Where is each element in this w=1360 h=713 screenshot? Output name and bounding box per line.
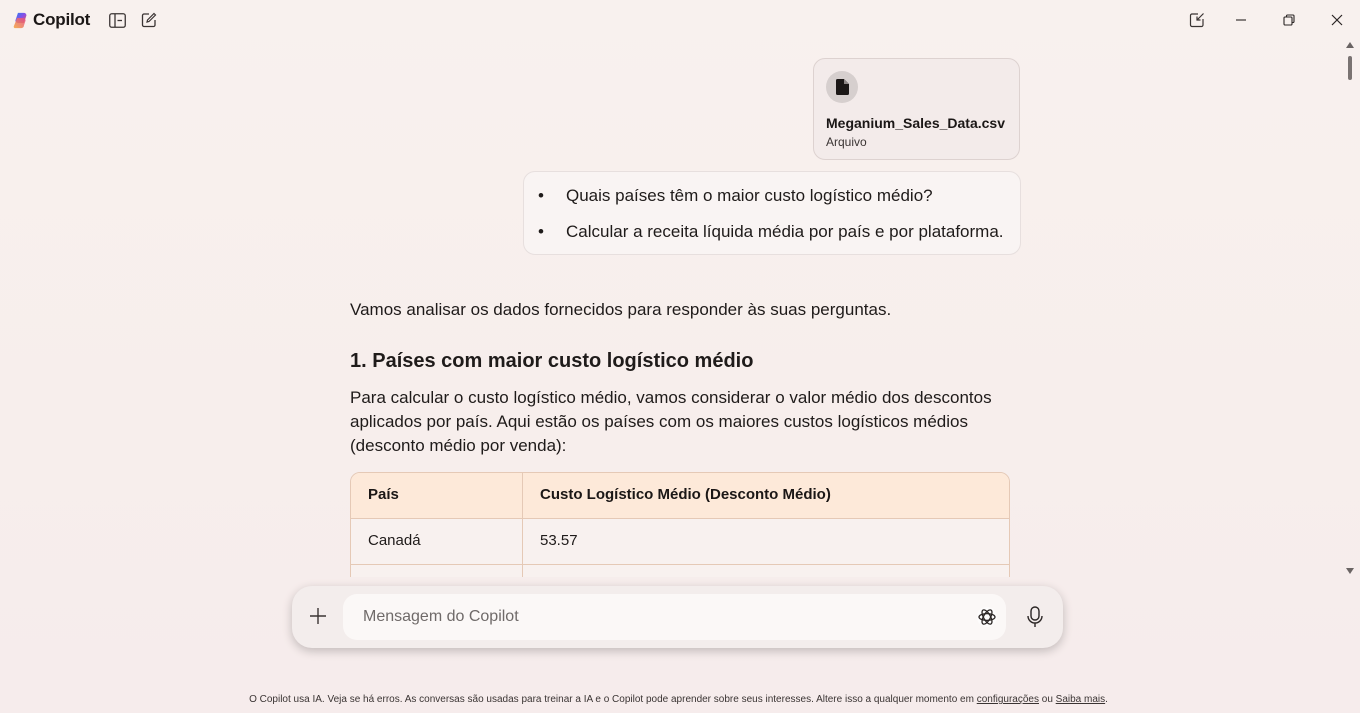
assistant-paragraph: Para calcular o custo logístico médio, v… [350,388,992,455]
new-chat-icon [141,12,157,28]
table-cell: Canadá [368,532,421,549]
attachment-icon-wrap [826,71,858,103]
table-row [351,565,1009,577]
user-message-text: Calcular a receita líquida média por paí… [566,222,1004,241]
voice-input-button[interactable] [1023,605,1047,629]
chat-area: Meganium_Sales_Data.csv Arquivo • Quais p… [0,40,1345,577]
add-attachment-button[interactable] [304,602,332,630]
settings-link[interactable]: configurações [977,694,1039,705]
restore-icon [1283,14,1295,26]
close-button[interactable] [1327,10,1347,30]
table-header-cell: Custo Logístico Médio (Desconto Médio) [540,486,831,503]
assistant-intro: Vamos analisar os dados fornecidos para … [350,300,892,319]
footer-text: O Copilot usa IA. Veja se há erros. As c… [249,694,974,705]
new-chat-button[interactable] [140,11,158,29]
learn-more-link[interactable]: Saiba mais [1056,694,1105,705]
table-header-cell: País [368,486,399,503]
results-table: País Custo Logístico Médio (Desconto Méd… [350,472,1010,577]
table-header-row: País Custo Logístico Médio (Desconto Méd… [351,473,1009,519]
scroll-thumb[interactable] [1348,56,1352,80]
message-input[interactable] [343,594,1006,640]
microphone-icon [1027,606,1043,627]
pin-button[interactable] [1187,10,1207,30]
attachment-card[interactable]: Meganium_Sales_Data.csv Arquivo [813,58,1020,160]
plus-icon [310,608,326,624]
attachment-file-type: Arquivo [826,135,867,149]
message-composer [292,586,1063,648]
attachment-file-name: Meganium_Sales_Data.csv [826,115,1005,131]
footer-period: . [1105,694,1108,705]
assistant-heading: 1. Países com maior custo logístico médi… [350,350,754,372]
document-icon [835,79,849,95]
footer-disclaimer: O Copilot usa IA. Veja se há erros. As c… [0,694,1357,705]
table-cell: 53.57 [540,532,578,549]
think-deeper-button[interactable] [975,605,999,629]
restore-button[interactable] [1279,10,1299,30]
spark-icon [977,607,997,627]
minimize-icon [1236,19,1246,21]
bullet-marker: • [538,222,544,241]
table-column-divider [522,473,523,577]
app-title: Copilot [33,10,91,29]
scroll-up-arrow-icon[interactable] [1346,42,1354,48]
chat-scrollbar[interactable] [1345,42,1355,574]
sidebar-toggle-button[interactable] [108,11,126,29]
app-logo: Copilot [12,10,90,30]
table-row: Canadá 53.57 [351,519,1009,565]
user-message-bubble: • Quais países têm o maior custo logístic… [523,171,1021,255]
user-message-text: Quais países têm o maior custo logístico… [566,186,933,205]
copilot-logo-icon [13,12,27,28]
title-bar: Copilot [0,0,1360,40]
minimize-button[interactable] [1231,10,1251,30]
pin-icon [1189,13,1204,28]
sidebar-icon [108,12,126,28]
close-icon [1331,14,1343,26]
footer-connector: ou [1041,694,1053,705]
bullet-marker: • [538,186,544,205]
scroll-down-arrow-icon[interactable] [1346,568,1354,574]
